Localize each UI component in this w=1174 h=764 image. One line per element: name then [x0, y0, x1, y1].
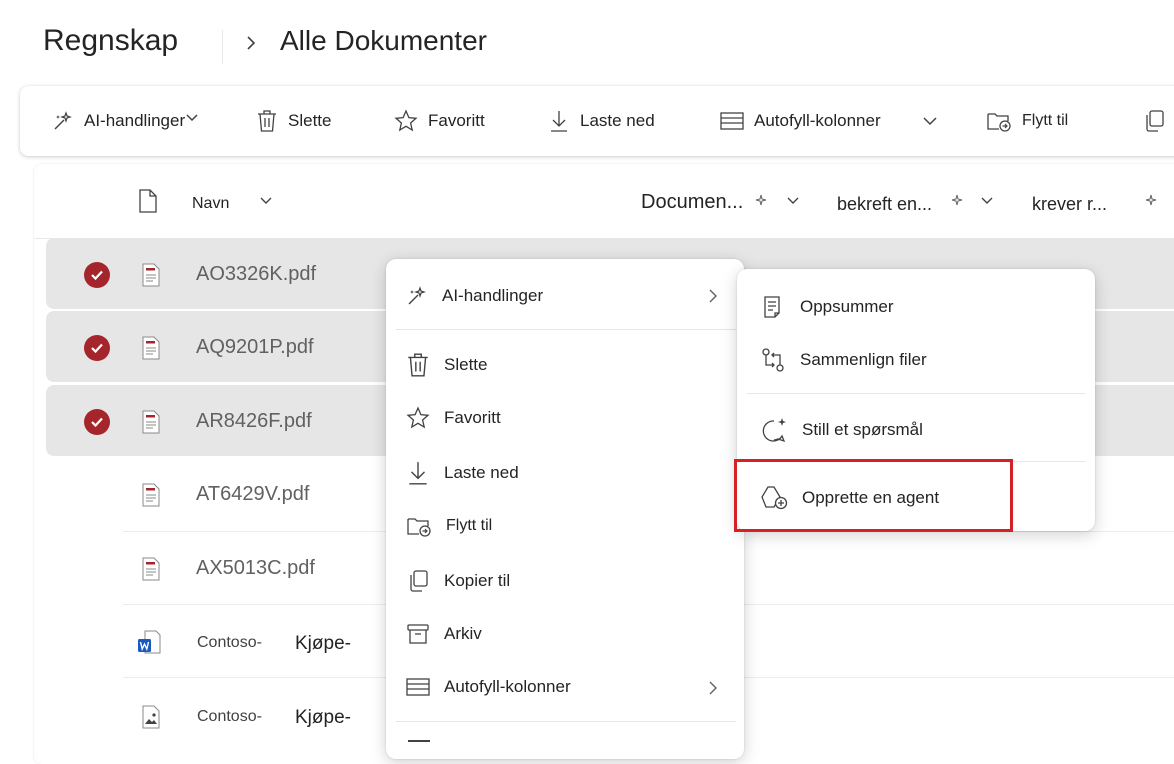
summary-icon: [760, 294, 786, 320]
autofill-label: Autofyll-kolonner: [754, 111, 881, 130]
file-name-part[interactable]: Kjøpe-: [295, 707, 351, 729]
menu-item-label: Autofyll-kolonner: [444, 677, 571, 696]
download-icon: [406, 460, 430, 486]
submenu-item-label: Sammenlign filer: [800, 350, 927, 369]
compare-icon: [760, 347, 786, 373]
menu-item-label: AI-handlinger: [442, 286, 544, 305]
star-icon: [394, 109, 418, 133]
menu-item-copy-to[interactable]: Kopier til: [406, 569, 510, 593]
sparkle-icon: [950, 194, 964, 208]
star-icon: [406, 406, 430, 430]
ai-actions-button[interactable]: AI-handlinger: [52, 86, 199, 156]
menu-item-favorite[interactable]: Favoritt: [406, 406, 501, 430]
file-name[interactable]: AR8426F.pdf: [196, 410, 312, 433]
download-button[interactable]: Laste ned: [548, 86, 655, 156]
autofill-columns-button[interactable]: Autofyll-kolonner: [720, 86, 881, 156]
submenu-divider: [747, 393, 1085, 394]
menu-item-label: Arkiv: [444, 624, 482, 643]
chevron-right-icon: [243, 33, 259, 53]
menu-item-ai-actions[interactable]: AI-handlinger: [406, 285, 726, 307]
highlight-box: [734, 459, 1013, 532]
submenu-item-label: Still et spørsmål: [802, 420, 923, 439]
column-confirm[interactable]: bekreft en...: [837, 194, 932, 215]
file-name[interactable]: AX5013C.pdf: [196, 557, 315, 580]
sparkle-icon: [52, 110, 74, 132]
folder-move-icon: [406, 514, 432, 538]
menu-divider: [396, 721, 736, 722]
delete-label: Slette: [288, 111, 332, 130]
download-label: Laste ned: [580, 111, 655, 130]
submenu-item-compare[interactable]: Sammenlign filer: [760, 347, 927, 373]
sparkle-icon: [1144, 194, 1158, 208]
favorite-button[interactable]: Favoritt: [394, 86, 485, 156]
sparkle-icon: [754, 194, 768, 208]
file-type-icon: [138, 188, 158, 214]
word-file-icon: [137, 630, 161, 656]
row-selected-check[interactable]: [84, 409, 110, 435]
pdf-file-icon: [141, 483, 161, 507]
submenu-item-label: Oppsummer: [800, 297, 894, 316]
sparkle-icon: [406, 285, 428, 307]
submenu-item-ask[interactable]: Still et spørsmål: [760, 416, 923, 444]
download-icon: [548, 109, 570, 133]
menu-item-label: Flytt til: [446, 517, 493, 534]
breadcrumb-site[interactable]: Regnskap: [43, 24, 178, 58]
more-menu-item-icon: [408, 740, 430, 742]
row-selected-check[interactable]: [84, 335, 110, 361]
chat-sparkle-icon: [760, 416, 788, 444]
command-bar: AI-handlinger Slette Favoritt Laste ned …: [20, 86, 1174, 156]
trash-icon: [256, 109, 278, 133]
menu-item-label: Laste ned: [444, 463, 519, 482]
folder-move-icon: [986, 109, 1012, 133]
pdf-file-icon: [141, 336, 161, 360]
delete-button[interactable]: Slette: [256, 86, 331, 156]
row-selected-check[interactable]: [84, 262, 110, 288]
chevron-down-icon[interactable]: [786, 196, 800, 206]
file-name[interactable]: Contoso-: [197, 708, 262, 726]
copy-icon: [406, 569, 430, 593]
column-requires[interactable]: krever r...: [1032, 194, 1107, 215]
menu-item-archive[interactable]: Arkiv: [406, 622, 482, 646]
menu-divider: [396, 329, 736, 330]
chevron-down-icon: [922, 115, 938, 127]
menu-item-delete[interactable]: Slette: [406, 352, 487, 378]
chevron-down-icon[interactable]: [980, 196, 994, 206]
pdf-file-icon: [141, 410, 161, 434]
menu-item-download[interactable]: Laste ned: [406, 460, 519, 486]
menu-item-label: Kopier til: [444, 571, 511, 590]
column-header-row: Navn Documen... bekreft en... krever r..…: [34, 164, 1174, 239]
breadcrumb-current[interactable]: Alle Dokumenter: [280, 25, 487, 57]
autofill-dropdown[interactable]: [922, 86, 938, 156]
menu-item-move-to[interactable]: Flytt til: [406, 514, 492, 538]
ai-actions-label: AI-handlinger: [84, 111, 186, 130]
file-name[interactable]: AT6429V.pdf: [196, 483, 309, 506]
favorite-label: Favoritt: [428, 111, 485, 130]
columns-icon: [406, 677, 430, 697]
move-to-label: Flytt til: [1022, 112, 1069, 129]
chevron-right-icon: [707, 680, 719, 696]
chevron-down-icon[interactable]: [259, 196, 273, 206]
column-name[interactable]: Navn: [192, 195, 229, 213]
archive-icon: [406, 622, 430, 646]
file-name-part[interactable]: Kjøpe-: [295, 633, 351, 655]
file-name[interactable]: Contoso-: [197, 634, 262, 652]
column-document[interactable]: Documen...: [641, 191, 743, 214]
menu-item-label: Favoritt: [444, 408, 501, 427]
copy-to-button[interactable]: [1142, 86, 1166, 156]
menu-item-autofill[interactable]: Autofyll-kolonner: [406, 677, 571, 697]
image-file-icon: [141, 705, 161, 729]
chevron-right-icon: [707, 288, 719, 304]
file-name[interactable]: AQ9201P.pdf: [196, 336, 314, 359]
pdf-file-icon: [141, 557, 161, 581]
menu-item-label: Slette: [444, 355, 488, 374]
pdf-file-icon: [141, 263, 161, 287]
file-name[interactable]: AO3326K.pdf: [196, 263, 316, 286]
trash-icon: [406, 352, 430, 378]
columns-icon: [720, 111, 744, 131]
submenu-item-summarize[interactable]: Oppsummer: [760, 294, 894, 320]
chevron-down-icon: [185, 113, 199, 123]
breadcrumb-divider: [222, 30, 223, 64]
move-to-button[interactable]: Flytt til: [986, 86, 1068, 156]
copy-icon: [1142, 109, 1166, 133]
